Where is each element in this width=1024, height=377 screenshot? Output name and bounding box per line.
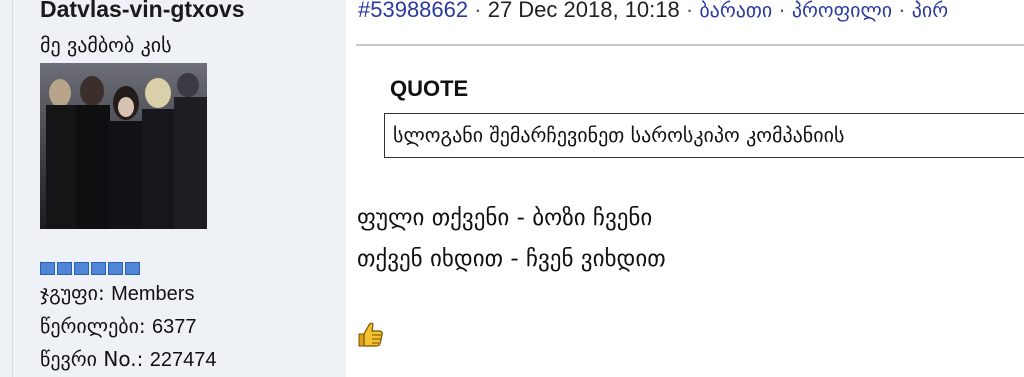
- personal-link[interactable]: პირ: [912, 0, 948, 22]
- posts-label: წერილები:: [40, 314, 146, 338]
- rank-pip: [40, 262, 55, 275]
- author-sidebar: Datvlas-vin-gtxovs მე ვამბობ კის ჯგუფი: …: [0, 0, 346, 377]
- rank-pip: [125, 262, 140, 275]
- author-title: მე ვამბობ კის: [40, 33, 172, 57]
- group-label: ჯგუფი:: [40, 281, 105, 305]
- member-stat: წევრი No.: 227474: [40, 347, 216, 372]
- member-label: წევრი No.:: [40, 347, 144, 371]
- rank-pips: [40, 262, 140, 275]
- header-divider: [356, 44, 1024, 46]
- rank-pip: [108, 262, 123, 275]
- post-date: 27 Dec 2018, 10:18: [487, 0, 680, 22]
- rank-pip: [74, 262, 89, 275]
- group-stat: ჯგუფი: Members: [40, 281, 194, 306]
- quote-label: QUOTE: [390, 76, 469, 101]
- rank-pip: [91, 262, 106, 275]
- posts-stat: წერილები: 6377: [40, 314, 197, 339]
- rank-pip: [57, 262, 72, 275]
- author-username[interactable]: Datvlas-vin-gtxovs: [40, 0, 245, 23]
- avatar: [40, 63, 207, 229]
- quote-box: სლოგანი შემარჩევინეთ საროსკიპო კომპანიის: [384, 113, 1024, 158]
- separator: ·: [898, 0, 906, 22]
- group-value: Members: [111, 283, 195, 305]
- post-body-line: ფული თქვენი - ბოზი ჩვენი: [357, 205, 653, 231]
- separator: ·: [685, 0, 694, 22]
- separator: ·: [778, 0, 786, 22]
- card-link[interactable]: ბარათი: [699, 0, 772, 22]
- thumbs-up-emoji-icon: [358, 322, 383, 347]
- quote-text: სლოგანი შემარჩევინეთ საროსკიპო კომპანიის: [393, 123, 845, 147]
- member-value: 227474: [149, 349, 217, 371]
- avatar-image: [40, 63, 207, 229]
- profile-link[interactable]: პროფილი: [792, 0, 892, 22]
- separator: ·: [474, 0, 482, 22]
- post-header: #53988662 · 27 Dec 2018, 10:18 · ბარათი …: [358, 0, 948, 23]
- post-id-link[interactable]: #53988662: [358, 0, 468, 22]
- sidebar-border: [12, 0, 13, 377]
- posts-value: 6377: [152, 316, 197, 338]
- post-body-line: თქვენ იხდით - ჩვენ ვიხდით: [357, 246, 666, 272]
